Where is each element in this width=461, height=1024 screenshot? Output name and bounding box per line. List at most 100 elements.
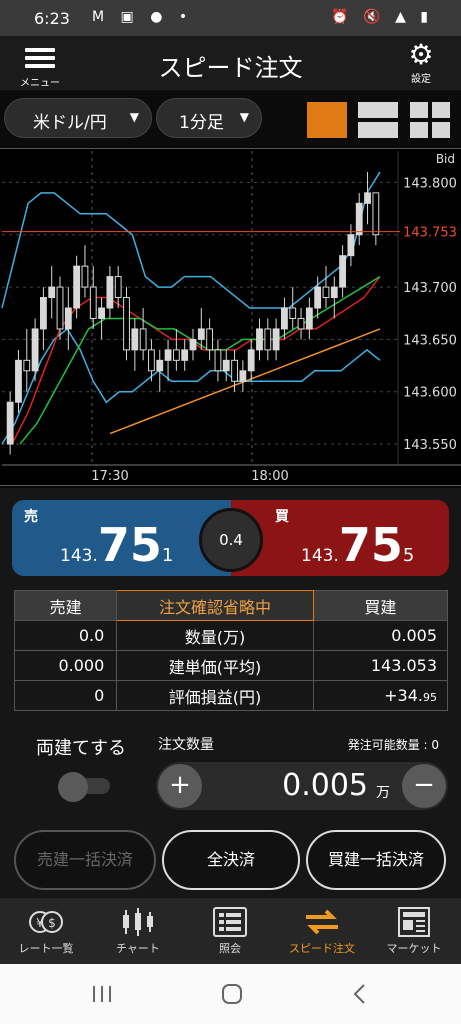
price-chart[interactable]: 143.753 143.800 143.700 143.650 143.600 143.5…	[0, 148, 461, 486]
decrease-quantity-button[interactable]: −	[402, 764, 446, 808]
price-type-label: Bid	[436, 152, 455, 166]
candle-body	[247, 349, 255, 372]
candle-body	[114, 276, 122, 299]
page-title: スピード注文	[158, 54, 303, 82]
sell-side-label: 売	[24, 509, 38, 525]
row-label: 建単価(平均)	[116, 650, 314, 681]
tab-label: レート一覧	[18, 942, 74, 955]
candle-body	[123, 297, 130, 351]
buy-pnl: +34.95	[312, 680, 449, 711]
currency-pair-value: 米ドル/円	[33, 113, 107, 133]
y-tick-label: 143.650	[403, 333, 457, 348]
status-time: 6:23	[34, 9, 70, 28]
candle-body	[148, 349, 155, 372]
candle-body	[214, 349, 222, 372]
candle-body	[181, 349, 189, 361]
ma-red-line	[11, 276, 381, 445]
chart-selectors: 米ドル/円 ▼ 1分足 ▼	[0, 90, 461, 146]
settings-label: 設定	[411, 74, 431, 85]
quantity-value[interactable]: 0.005	[282, 768, 368, 803]
candle-body	[81, 265, 89, 288]
candle-body	[372, 192, 380, 236]
newspaper-icon	[398, 907, 430, 937]
layout-split-icon[interactable]	[358, 102, 398, 138]
buy-bulk-close-button[interactable]: 買建一括決済	[306, 830, 446, 890]
row-label: 評価損益(円)	[116, 680, 314, 711]
buy-price: 143.755	[301, 522, 414, 568]
quote-panel: 売 143.751 買 143.755 0.4 売建 注文確認省略中 買建 0.…	[0, 488, 461, 728]
buy-quantity: 0.005	[312, 620, 449, 651]
tab-label: マーケット	[386, 942, 442, 955]
candle-body	[189, 338, 197, 351]
close-all-button[interactable]: 全決済	[162, 830, 300, 890]
sell-price-small: 1	[161, 545, 174, 566]
layout-quad-icon[interactable]	[410, 102, 450, 138]
gear-icon: ⚙	[408, 38, 434, 71]
currency-pair-select[interactable]: 米ドル/円 ▼	[4, 98, 152, 138]
candle-body	[48, 286, 56, 299]
table-row: 0 評価損益(円) +34.95	[13, 680, 449, 711]
candle-body	[347, 234, 355, 257]
tab-label: スピード注文	[289, 942, 355, 955]
candle-body	[364, 192, 371, 204]
tab-speed-order[interactable]: スピード注文	[276, 898, 368, 964]
tab-inquiry[interactable]: 照会	[184, 898, 276, 964]
y-tick-label: 143.700	[403, 281, 457, 296]
candle-body	[98, 307, 105, 319]
tab-label: チャート	[116, 942, 160, 955]
buy-quote-button[interactable]: 買 143.755	[231, 500, 449, 576]
tab-rate-list[interactable]: ¥ $ レート一覧	[0, 898, 92, 964]
candle-body	[73, 265, 81, 309]
buy-side-label: 買	[275, 509, 289, 525]
swap-arrows-icon	[306, 909, 338, 935]
buy-price-prefix: 143.	[301, 546, 339, 566]
table-header-row: 売建 注文確認省略中 買建	[13, 590, 449, 621]
table-row: 0.0 数量(万) 0.005	[13, 620, 449, 651]
y-tick-label: 143.550	[403, 438, 457, 453]
candle-body	[339, 255, 347, 288]
home-icon[interactable]	[212, 978, 252, 1010]
menu-button[interactable]: メニュー	[16, 40, 64, 89]
sell-price-prefix: 143.	[60, 546, 98, 566]
buy-avg-price: 143.053	[312, 650, 449, 681]
yen-dollar-icon: ¥ $	[29, 911, 63, 933]
candle-body	[206, 328, 214, 351]
layout-single-icon[interactable]	[307, 102, 347, 138]
order-confirm-skip-toggle[interactable]: 注文確認省略中	[116, 590, 314, 621]
timeframe-select[interactable]: 1分足 ▼	[156, 98, 262, 138]
sell-bulk-close-button[interactable]: 売建一括決済	[14, 830, 156, 890]
candle-body	[281, 307, 288, 330]
increase-quantity-button[interactable]: +	[158, 764, 202, 808]
buy-column-header: 買建	[312, 590, 449, 621]
candle-body	[23, 359, 31, 372]
candle-body	[322, 286, 330, 299]
available-quantity: 発注可能数量 : 0	[347, 738, 439, 752]
candle-body	[64, 307, 72, 330]
list-icon	[213, 907, 247, 937]
candle-body	[239, 370, 247, 382]
recent-apps-icon[interactable]	[82, 978, 122, 1010]
hedge-label: 両建てする	[36, 738, 126, 759]
bulk-settle-row: 売建一括決済 全決済 買建一括決済	[0, 824, 461, 898]
candle-body	[139, 328, 147, 351]
candle-body	[314, 286, 322, 309]
candle-body	[289, 307, 297, 319]
candle-body	[297, 317, 305, 330]
notification-icons: M ▣ ● •	[92, 9, 194, 25]
y-tick-label: 143.800	[403, 176, 457, 191]
tab-label: 照会	[219, 942, 241, 955]
tab-market[interactable]: マーケット	[368, 898, 460, 964]
tab-chart[interactable]: チャート	[92, 898, 184, 964]
svg-text:¥: ¥	[36, 916, 44, 930]
candle-body	[31, 328, 39, 372]
position-table: 売建 注文確認省略中 買建 0.0 数量(万) 0.005 0.000 建単価(…	[13, 590, 449, 711]
back-icon[interactable]	[340, 978, 380, 1010]
candle-body	[264, 328, 272, 351]
candlestick-icon	[123, 908, 153, 936]
sell-price-big: 75	[97, 518, 162, 572]
quantity-title: 注文数量	[158, 737, 214, 753]
candle-body	[106, 276, 114, 309]
dropdown-caret-icon: ▼	[239, 110, 249, 124]
settings-button[interactable]: ⚙ 設定	[399, 40, 443, 88]
hedge-toggle[interactable]	[58, 772, 112, 802]
